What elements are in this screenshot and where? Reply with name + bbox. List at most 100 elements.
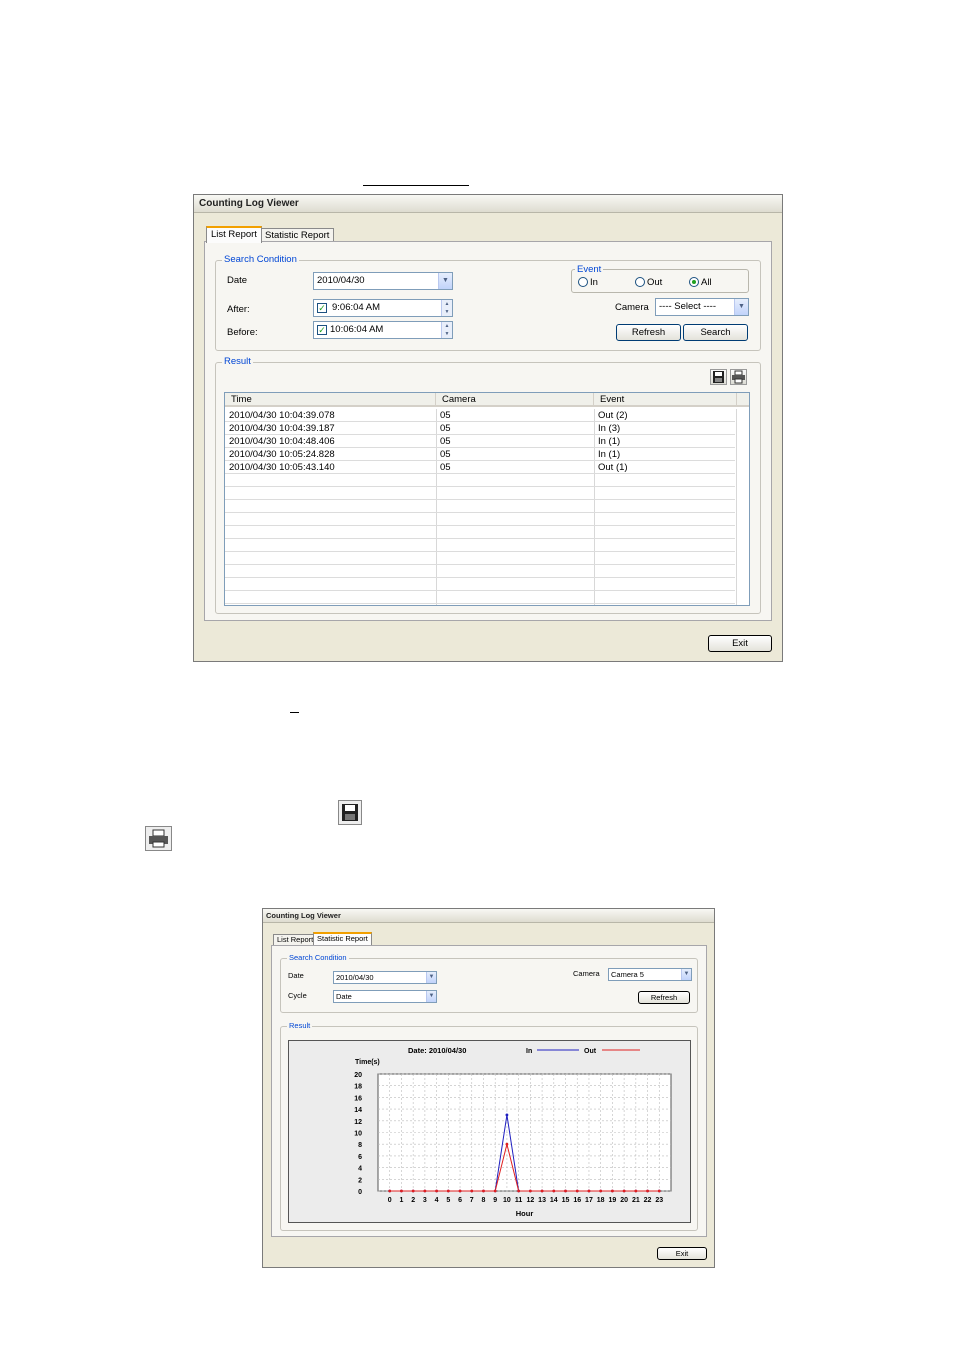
event-all-label: All: [701, 277, 712, 288]
cell-time: 2010/04/30 10:04:39.187: [229, 423, 335, 434]
before-checkbox[interactable]: ✓: [317, 325, 327, 335]
chevron-down-icon[interactable]: ▼: [681, 969, 691, 980]
time-spinner[interactable]: ▲ ▼: [441, 322, 452, 338]
data-point: [435, 1189, 438, 1193]
data-point: [446, 1189, 450, 1193]
camera-dropdown[interactable]: ---- Select ---- ▼: [655, 298, 749, 316]
after-time-value: 9:06:04 AM: [332, 302, 381, 313]
search-button[interactable]: Search: [683, 324, 748, 341]
x-tick-label: 5: [446, 1197, 450, 1204]
table-row[interactable]: 2010/04/30 10:04:39.187 05 In (3): [225, 422, 735, 435]
after-checkbox[interactable]: ✓: [317, 303, 327, 313]
y-tick-label: 16: [354, 1095, 362, 1102]
refresh-button[interactable]: Refresh: [616, 324, 681, 341]
camera-dropdown[interactable]: Camera 5 ▼: [608, 968, 692, 981]
table-row: [225, 578, 735, 591]
x-tick-label: 19: [609, 1197, 617, 1204]
event-radio-all[interactable]: [689, 277, 699, 287]
y-tick-label: 0: [358, 1189, 362, 1196]
cycle-label: Cycle: [288, 991, 307, 1000]
before-label: Before:: [227, 327, 258, 338]
data-point: [505, 1142, 509, 1146]
table-row[interactable]: 2010/04/30 10:04:39.078 05 Out (2): [225, 409, 735, 422]
column-header-time[interactable]: Time: [225, 393, 436, 407]
cell-event: In (1): [598, 449, 621, 460]
tab-list-report[interactable]: List Report: [206, 226, 262, 243]
time-spinner[interactable]: ▲ ▼: [441, 300, 452, 316]
x-tick-label: 15: [562, 1197, 570, 1204]
event-group: Event In Out All: [571, 264, 749, 293]
cell-camera: 05: [440, 423, 451, 434]
cell-event: In (1): [598, 436, 621, 447]
y-tick-label: 20: [354, 1072, 362, 1079]
chevron-down-icon[interactable]: ▼: [734, 299, 748, 315]
chevron-down-icon[interactable]: ▼: [426, 972, 436, 983]
data-point: [411, 1189, 415, 1193]
cell-event: In (3): [598, 423, 621, 434]
date-dropdown[interactable]: 2010/04/30 ▼: [313, 272, 453, 290]
data-point: [423, 1189, 427, 1193]
y-tick-label: 18: [354, 1084, 362, 1091]
data-point: [646, 1189, 649, 1193]
event-radio-in[interactable]: [578, 277, 588, 287]
x-tick-label: 21: [632, 1197, 640, 1204]
tab-statistic-report[interactable]: Statistic Report: [313, 932, 372, 945]
before-time-value: 10:06:04 AM: [330, 324, 384, 335]
cell-time: 2010/04/30 10:04:39.078: [229, 410, 335, 421]
list-report-window: Counting Log Viewer List Report Statisti…: [193, 194, 783, 662]
x-tick-label: 3: [423, 1197, 427, 1204]
before-time-input[interactable]: ✓ 10:06:04 AM ▲ ▼: [313, 321, 453, 339]
data-point: [634, 1189, 638, 1193]
table-row: [225, 565, 735, 578]
tab-list-report[interactable]: List Report: [273, 934, 318, 945]
x-tick-label: 6: [458, 1197, 462, 1204]
after-time-input[interactable]: ✓ 9:06:04 AM ▲ ▼: [313, 299, 453, 317]
data-point: [517, 1189, 521, 1193]
result-group: Result 0 2 4 6 8 10 12 14 16 18 20 0 1 2 3 4 5 6 7 8 9 10 11 12…: [280, 1021, 698, 1231]
camera-value: ---- Select ----: [659, 301, 716, 312]
camera-label: Camera: [573, 969, 600, 978]
date-value: 2010/04/30: [317, 275, 365, 286]
date-value: 2010/04/30: [336, 973, 374, 982]
data-point: [657, 1189, 661, 1193]
x-tick-label: 1: [399, 1197, 403, 1204]
table-row: [225, 474, 735, 487]
column-header-event[interactable]: Event: [594, 393, 737, 407]
column-header-camera[interactable]: Camera: [436, 393, 594, 407]
print-icon[interactable]: [730, 369, 747, 385]
table-row[interactable]: 2010/04/30 10:05:24.828 05 In (1): [225, 448, 735, 461]
table-row[interactable]: 2010/04/30 10:04:48.406 05 In (1): [225, 435, 735, 448]
chevron-down-icon[interactable]: ▼: [438, 273, 452, 289]
event-in-label: In: [590, 277, 598, 288]
date-dropdown[interactable]: 2010/04/30 ▼: [333, 971, 437, 984]
table-row[interactable]: 2010/04/30 10:05:43.140 05 Out (1): [225, 461, 735, 474]
table-row: [225, 526, 735, 539]
cell-time: 2010/04/30 10:05:43.140: [229, 462, 335, 473]
result-label: Result: [287, 1021, 313, 1030]
data-point: [599, 1189, 603, 1193]
table-row: [225, 539, 735, 552]
save-icon[interactable]: [710, 369, 727, 385]
data-point: [528, 1189, 532, 1193]
exit-button[interactable]: Exit: [708, 635, 772, 652]
exit-button[interactable]: Exit: [657, 1247, 707, 1260]
data-point: [622, 1189, 626, 1193]
x-tick-label: 16: [573, 1197, 581, 1204]
data-point: [493, 1189, 497, 1193]
window-title: Counting Log Viewer: [194, 195, 782, 213]
result-group: Result Time Camera Event 2010/04/30 10:0…: [215, 356, 761, 614]
table-row: [225, 500, 735, 513]
event-radio-out[interactable]: [635, 277, 645, 287]
chevron-down-icon[interactable]: ▼: [426, 991, 436, 1002]
refresh-button[interactable]: Refresh: [638, 991, 690, 1004]
statistic-report-window: Counting Log Viewer List Report Statisti…: [262, 908, 715, 1268]
data-point: [552, 1189, 556, 1193]
y-tick-label: 6: [358, 1154, 362, 1161]
x-tick-label: 7: [470, 1197, 474, 1204]
print-icon: [145, 826, 172, 851]
data-point: [575, 1189, 579, 1193]
search-condition-group: Search Condition Date 2010/04/30 ▼ Cycle…: [280, 953, 698, 1013]
save-icon: [338, 800, 362, 825]
search-condition-label: Search Condition: [222, 254, 299, 265]
cycle-dropdown[interactable]: Date ▼: [333, 990, 437, 1003]
